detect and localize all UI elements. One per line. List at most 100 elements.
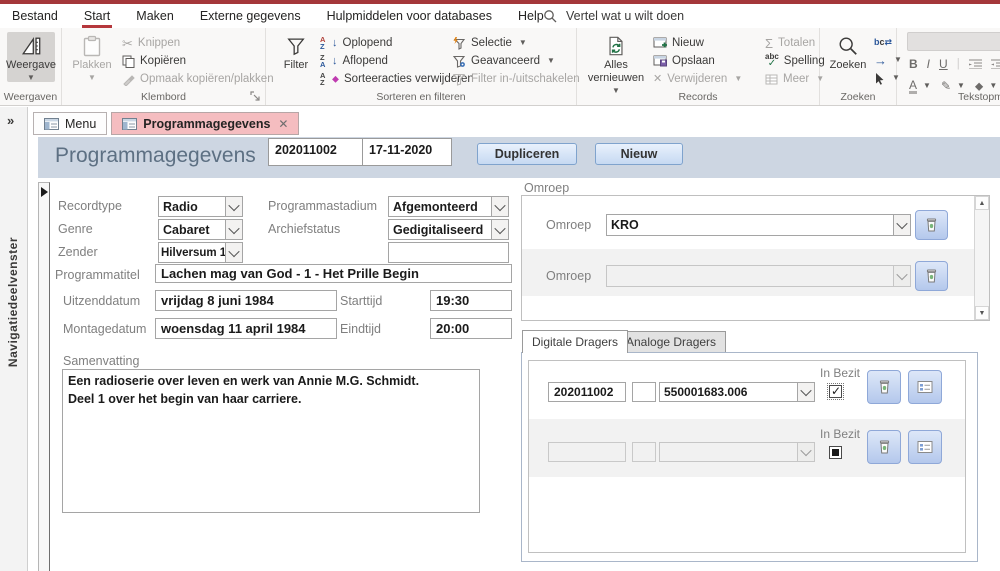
tab-start[interactable]: Start xyxy=(84,9,110,23)
drager-sub-field[interactable] xyxy=(632,442,656,462)
chevron-down-icon[interactable] xyxy=(797,443,814,461)
samenvatting-field[interactable]: Een radioserie over leven en werk van An… xyxy=(62,369,480,513)
new-record-button[interactable]: Nieuw xyxy=(653,34,704,52)
cut-button[interactable]: ✂ Knippen xyxy=(122,34,180,52)
italic-button[interactable]: I xyxy=(927,57,930,71)
omroep-subform: Omroep KRO Omroep xyxy=(521,195,990,321)
tab-hulpmiddelen[interactable]: Hulpmiddelen voor databases xyxy=(327,9,492,23)
archiefstatus-label: Archiefstatus xyxy=(268,222,340,236)
paste-button[interactable]: Plakken ▼ xyxy=(70,32,114,82)
expand-nav-icon[interactable]: » xyxy=(7,113,14,128)
indent-decrease-icon[interactable] xyxy=(991,59,1000,69)
dupliceren-button[interactable]: Dupliceren xyxy=(477,143,577,165)
spelling-button[interactable]: abc✓ Spelling xyxy=(765,52,825,70)
save-record-button[interactable]: Opslaan xyxy=(653,52,715,70)
drager-carrier-combobox[interactable]: 550001683.006 xyxy=(659,382,815,402)
omroep-scrollbar[interactable]: ▲ ▼ xyxy=(974,196,989,320)
find-icon xyxy=(837,35,859,57)
clear-sort-button[interactable]: AZ ⬥ Sorteeracties verwijderen xyxy=(320,70,474,88)
group-records: Allesvernieuwen ▼ Nieuw Opslaan ✕ Verwij… xyxy=(577,28,820,105)
chevron-down-icon[interactable] xyxy=(797,383,814,401)
chevron-down-icon[interactable] xyxy=(491,197,508,216)
delete-omroep-button[interactable] xyxy=(915,261,948,291)
omroep-combobox-empty[interactable] xyxy=(606,265,911,287)
search-prompt-text: Vertel wat u wilt doen xyxy=(566,9,684,23)
montagedatum-field[interactable]: woensdag 11 april 1984 xyxy=(155,318,337,339)
doc-tab-programmagegevens[interactable]: Programmagegevens ✕ xyxy=(111,112,299,135)
chevron-down-icon[interactable] xyxy=(225,220,242,239)
zender-combobox[interactable]: Hilversum 1 xyxy=(158,242,243,263)
advanced-filter-button[interactable]: Geavanceerd ▼ xyxy=(452,52,555,70)
replace-button[interactable]: bc⇄ xyxy=(874,33,892,51)
record-id-value[interactable]: 202011002 xyxy=(269,139,363,165)
font-name-box[interactable] xyxy=(907,32,1000,51)
chevron-down-icon[interactable] xyxy=(225,243,242,262)
drager-sub-field[interactable] xyxy=(632,382,656,402)
programmatitel-field[interactable]: Lachen mag van God - 1 - Het Prille Begi… xyxy=(155,264,512,283)
group-klembord: Plakken ▼ ✂ Knippen Kopiëren Opmaak kopi… xyxy=(62,28,266,105)
sort-descending-button[interactable]: ZA ↓ Aflopend xyxy=(320,52,388,70)
tab-maken[interactable]: Maken xyxy=(136,9,174,23)
drager-id-field[interactable] xyxy=(548,442,626,462)
indent-increase-icon[interactable] xyxy=(969,59,982,69)
eindtijd-field[interactable]: 20:00 xyxy=(430,318,512,339)
omroep-combobox[interactable]: KRO xyxy=(606,214,911,236)
scrollbar-down-icon[interactable]: ▼ xyxy=(975,306,989,320)
tab-digitale-dragers[interactable]: Digitale Dragers xyxy=(522,330,628,353)
tell-me-search[interactable]: Vertel wat u wilt doen xyxy=(543,4,684,28)
toggle-filter-button[interactable]: Filter in-/uitschakelen xyxy=(452,70,580,88)
filter-button[interactable]: Filter xyxy=(276,32,316,72)
chevron-down-icon[interactable] xyxy=(225,197,242,216)
ribbon: Weergave ▼ Weergaven Plakken ▼ ✂ Knippen xyxy=(0,28,1000,106)
format-painter-button[interactable]: Opmaak kopiëren/plakken xyxy=(122,70,274,88)
sort-ascending-button[interactable]: AZ ↓ Oplopend xyxy=(320,34,392,52)
group-zoeken: Zoeken bc⇄ → ▼ ▼ Zoeken xyxy=(820,28,897,105)
programmastadium-combobox[interactable]: Afgemonteerd xyxy=(388,196,509,217)
delete-drager-button[interactable] xyxy=(867,430,901,464)
drager-details-button[interactable] xyxy=(908,430,942,464)
tab-help[interactable]: Help xyxy=(518,9,544,23)
chevron-down-icon[interactable] xyxy=(893,215,910,235)
delete-drager-button[interactable] xyxy=(867,370,901,404)
more-button[interactable]: Meer ▼ xyxy=(765,70,824,88)
trash-icon xyxy=(877,379,892,395)
record-selector[interactable] xyxy=(38,182,50,571)
tab-externe-gegevens[interactable]: Externe gegevens xyxy=(200,9,301,23)
tab-bestand[interactable]: Bestand xyxy=(12,9,58,23)
drager-id-field[interactable]: 202011002 xyxy=(548,382,626,402)
selection-filter-button[interactable]: Selectie ▼ xyxy=(452,34,527,52)
navigation-pane-collapsed[interactable]: » Navigatiedeelvenster xyxy=(0,107,28,571)
delete-record-button[interactable]: ✕ Verwijderen ▼ xyxy=(653,70,742,88)
doc-tab-menu[interactable]: Menu xyxy=(33,112,107,135)
in-bezit-checkbox[interactable] xyxy=(829,385,842,398)
copy-button[interactable]: Kopiëren xyxy=(122,52,186,70)
totals-button[interactable]: Σ Totalen xyxy=(765,34,815,52)
drager-details-button[interactable] xyxy=(908,370,942,404)
tab-analoge-dragers[interactable]: Analoge Dragers xyxy=(616,331,726,353)
drager-carrier-combobox[interactable] xyxy=(659,442,815,462)
extra-status-field[interactable] xyxy=(388,242,509,263)
save-record-icon xyxy=(653,55,667,67)
bold-button[interactable]: B xyxy=(909,57,918,71)
underline-button[interactable]: U xyxy=(939,57,948,71)
in-bezit-checkbox[interactable] xyxy=(829,446,842,459)
view-button[interactable]: Weergave ▼ xyxy=(7,32,55,82)
delete-omroep-button[interactable] xyxy=(915,210,948,240)
details-icon xyxy=(917,440,933,454)
archiefstatus-combobox[interactable]: Gedigitaliseerd xyxy=(388,219,509,240)
programmatitel-label: Programmatitel xyxy=(55,268,140,282)
record-date-value[interactable]: 17-11-2020 xyxy=(363,139,438,165)
starttijd-field[interactable]: 19:30 xyxy=(430,290,512,311)
genre-combobox[interactable]: Cabaret xyxy=(158,219,243,240)
refresh-all-button[interactable]: Allesvernieuwen ▼ xyxy=(585,32,647,97)
in-bezit-label: In Bezit xyxy=(820,427,860,441)
close-icon[interactable]: ✕ xyxy=(278,117,288,131)
recordtype-combobox[interactable]: Radio xyxy=(158,196,243,217)
nieuw-button[interactable]: Nieuw xyxy=(595,143,683,165)
chevron-down-icon[interactable] xyxy=(893,266,910,286)
scrollbar-up-icon[interactable]: ▲ xyxy=(975,196,989,210)
group-label-tekstopmaak: Tekstopmaak xyxy=(897,91,1000,103)
chevron-down-icon[interactable] xyxy=(491,220,508,239)
find-button[interactable]: Zoeken xyxy=(825,32,871,72)
uitzenddatum-field[interactable]: vrijdag 8 juni 1984 xyxy=(155,290,337,311)
